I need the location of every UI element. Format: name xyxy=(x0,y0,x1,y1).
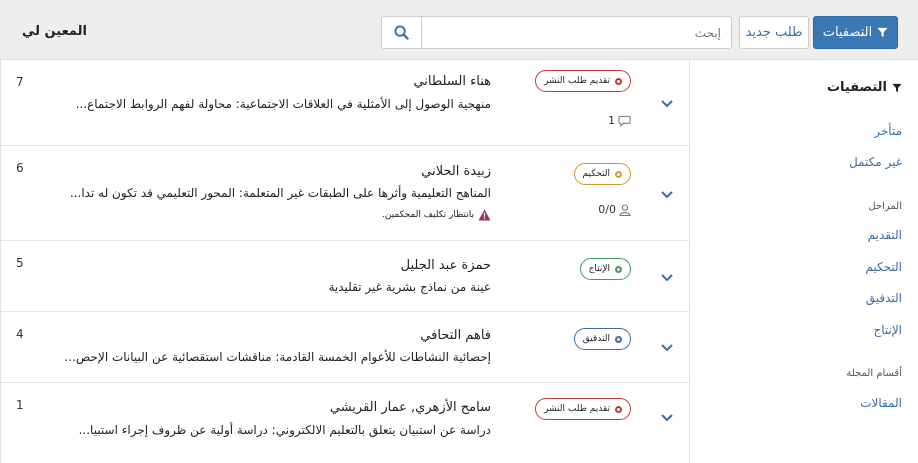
submission-title[interactable]: عينة من نماذج بشرية غير تقليدية xyxy=(328,280,491,294)
table-row: 6 زبيدة الحلاني المناهج التعليمية وأثرها… xyxy=(1,146,689,241)
submission-title[interactable]: دراسة عن استبيان يتعلق بالتعليم الالكترو… xyxy=(79,423,491,437)
submission-author: حمزة عبد الجليل xyxy=(400,258,491,273)
filter-stage-submission[interactable]: التقديم xyxy=(868,228,902,242)
search-input[interactable] xyxy=(421,17,731,48)
user-icon xyxy=(619,203,631,216)
filters-sidebar: التصفيات متأخر غير مكتمل المراحل التقديم… xyxy=(690,60,918,463)
chevron-down-icon[interactable] xyxy=(659,339,675,355)
chevron-down-icon[interactable] xyxy=(659,409,675,425)
submissions-list: 7 هناء السلطاني منهجية الوصول إلى الأمثل… xyxy=(0,60,690,463)
table-row: 7 هناء السلطاني منهجية الوصول إلى الأمثل… xyxy=(1,60,689,146)
filter-icon xyxy=(892,83,902,92)
stage-dot-icon xyxy=(615,77,622,85)
submission-title[interactable]: إحصائية النشاطات للأعوام الخمسة القادمة:… xyxy=(64,350,491,364)
submission-title[interactable]: منهجية الوصول إلى الأمثلية في العلاقات ا… xyxy=(76,97,491,111)
new-submission-button[interactable]: طلب جديد xyxy=(739,16,809,49)
table-row: 4 فاهم التحافي إحصائية النشاطات للأعوام … xyxy=(1,312,689,383)
filter-stage-production[interactable]: الإنتاج xyxy=(873,323,902,337)
submissions-page: المعين لي طلب جديد التصفيات 7 هناء السلط… xyxy=(0,0,918,463)
filter-stage-copyediting[interactable]: التدقيق xyxy=(866,291,902,305)
page-title: المعين لي xyxy=(22,24,87,39)
search-icon xyxy=(394,25,409,40)
sections-heading: أقسام المجلة xyxy=(846,368,902,379)
submission-author: سامح الأزهري, عمار القريشي xyxy=(329,400,491,415)
stage-badge[interactable]: الإنتاج xyxy=(579,258,631,280)
stage-dot-icon xyxy=(615,335,622,343)
filters-button[interactable]: التصفيات xyxy=(813,16,898,49)
submission-author: فاهم التحافي xyxy=(420,328,491,343)
chevron-down-icon[interactable] xyxy=(659,95,675,111)
sidebar-title: التصفيات xyxy=(827,80,902,95)
filter-section-articles[interactable]: المقالات xyxy=(860,396,902,410)
stage-badge[interactable]: التحكيم xyxy=(573,163,631,185)
search-box xyxy=(381,16,732,49)
table-row: 1 سامح الأزهري, عمار القريشي دراسة عن اس… xyxy=(1,383,689,463)
filter-overdue[interactable]: متأخر xyxy=(874,124,902,138)
submission-author: زبيدة الحلاني xyxy=(421,164,491,179)
submission-warning: بانتظار تكليف المحكمين. xyxy=(382,209,491,221)
stage-badge[interactable]: التدقيق xyxy=(573,328,631,350)
warning-icon xyxy=(478,209,491,221)
top-toolbar: المعين لي طلب جديد التصفيات xyxy=(0,0,918,60)
filters-button-label: التصفيات xyxy=(822,25,873,40)
table-row: 5 حمزة عبد الجليل عينة من نماذج بشرية غي… xyxy=(1,241,689,312)
submission-title[interactable]: المناهج التعليمية وأثرها على الطبقات غير… xyxy=(70,186,491,200)
reviewers-count: 0/0 xyxy=(598,203,631,216)
stage-dot-icon xyxy=(615,265,622,273)
comments-count: 1 xyxy=(608,114,631,127)
filter-incomplete[interactable]: غير مكتمل xyxy=(849,155,902,169)
stage-dot-icon xyxy=(615,405,622,413)
stage-badge[interactable]: تقديم طلب النشر xyxy=(535,70,631,92)
submission-id: 6 xyxy=(16,161,24,175)
submission-id: 4 xyxy=(16,327,24,341)
filter-icon xyxy=(877,27,888,38)
chevron-down-icon[interactable] xyxy=(659,186,675,202)
filter-stage-review[interactable]: التحكيم xyxy=(865,260,902,274)
stage-dot-icon xyxy=(615,170,622,178)
submission-id: 7 xyxy=(16,75,24,89)
search-button[interactable] xyxy=(382,17,422,48)
submission-id: 5 xyxy=(16,256,24,270)
stage-badge[interactable]: تقديم طلب النشر xyxy=(535,398,631,420)
submission-id: 1 xyxy=(16,398,24,412)
stages-heading: المراحل xyxy=(868,201,902,212)
chevron-down-icon[interactable] xyxy=(659,269,675,285)
submission-author: هناء السلطاني xyxy=(413,74,491,89)
comment-icon xyxy=(618,115,631,127)
